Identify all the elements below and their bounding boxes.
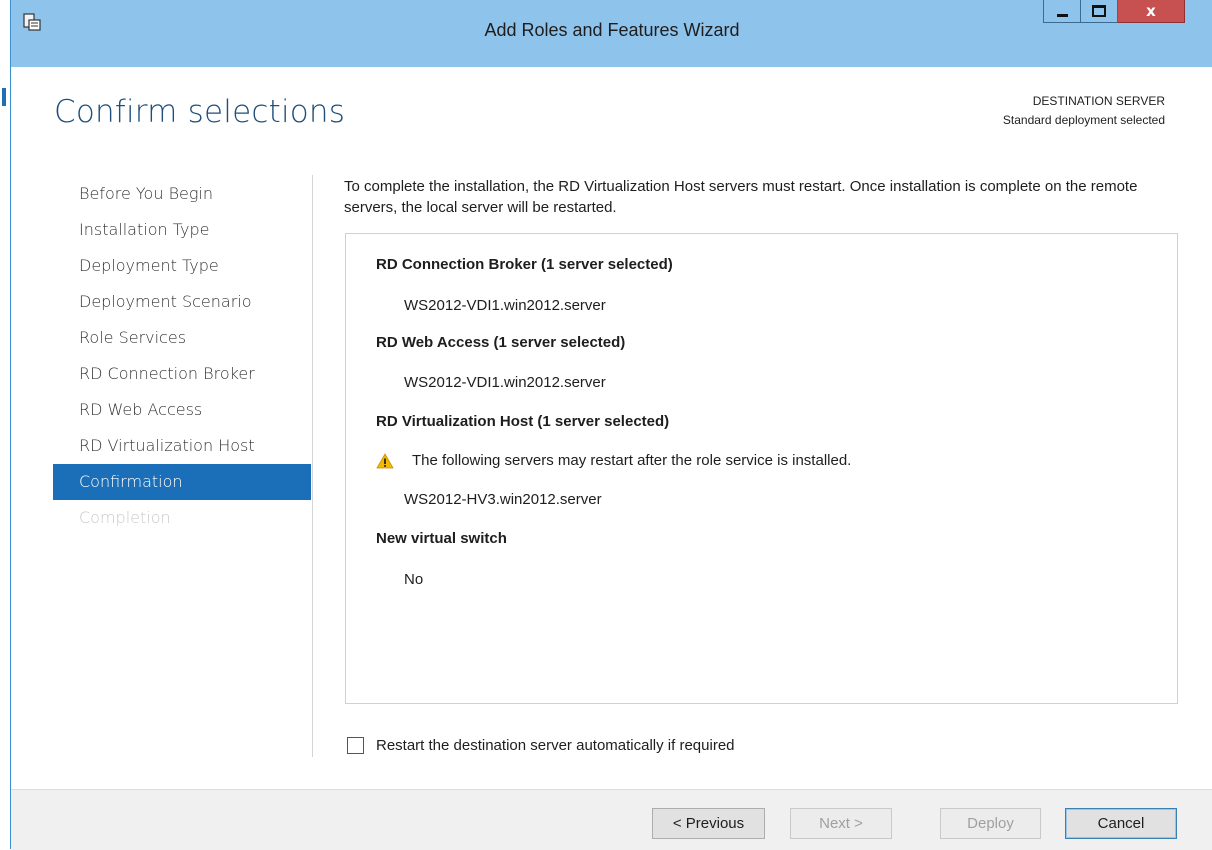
restart-automatically-option[interactable]: Restart the destination server automatic… xyxy=(347,737,735,754)
desktop-edge-mark xyxy=(2,88,6,106)
nav-item-deployment-scenario[interactable]: Deployment Scenario xyxy=(53,284,311,320)
selection-summary-panel[interactable]: RD Connection Broker (1 server selected)… xyxy=(345,233,1178,704)
restart-warning-text: The following servers may restart after … xyxy=(412,452,852,469)
destination-server-label: DESTINATION SERVER xyxy=(1032,94,1165,108)
window-controls: x xyxy=(1043,0,1185,23)
nav-item-before-you-begin[interactable]: Before You Begin xyxy=(53,176,311,212)
nav-item-confirmation[interactable]: Confirmation xyxy=(53,464,311,500)
wizard-footer: < Previous Next > Deploy Cancel xyxy=(11,789,1212,850)
nav-item-rd-virtualization-host[interactable]: RD Virtualization Host xyxy=(53,428,311,464)
section-heading-rd-connection-broker: RD Connection Broker (1 server selected) xyxy=(376,256,673,273)
cancel-button[interactable]: Cancel xyxy=(1065,808,1177,839)
minimize-icon xyxy=(1056,13,1068,17)
wizard-window: Add Roles and Features Wizard x Confirm … xyxy=(10,0,1212,850)
close-icon: x xyxy=(1146,2,1156,20)
destination-server-value: Standard deployment selected xyxy=(1002,113,1165,127)
nav-item-rd-connection-broker[interactable]: RD Connection Broker xyxy=(53,356,311,392)
nav-item-completion: Completion xyxy=(79,508,171,527)
section-value-new-virtual-switch: No xyxy=(404,571,424,588)
section-value-rd-virtualization-host: WS2012-HV3.win2012.server xyxy=(404,491,602,508)
deploy-button[interactable]: Deploy xyxy=(940,808,1041,839)
nav-item-rd-web-access[interactable]: RD Web Access xyxy=(53,392,311,428)
next-button[interactable]: Next > xyxy=(790,808,892,839)
restart-automatically-label[interactable]: Restart the destination server automatic… xyxy=(376,737,735,754)
nav-item-deployment-type[interactable]: Deployment Type xyxy=(53,248,311,284)
page-title: Confirm selections xyxy=(54,94,346,130)
section-heading-new-virtual-switch: New virtual switch xyxy=(376,530,507,547)
previous-button[interactable]: < Previous xyxy=(652,808,765,839)
title-bar[interactable]: Add Roles and Features Wizard x xyxy=(11,0,1212,67)
wizard-steps-nav: Before You Begin Installation Type Deplo… xyxy=(53,176,311,536)
restart-automatically-checkbox[interactable] xyxy=(347,737,364,754)
maximize-button[interactable] xyxy=(1081,0,1118,23)
destination-server-info: DESTINATION SERVER Standard deployment s… xyxy=(1003,92,1165,130)
intro-text: To complete the installation, the RD Vir… xyxy=(344,178,1138,216)
section-heading-rd-web-access: RD Web Access (1 server selected) xyxy=(376,334,626,351)
restart-warning: The following servers may restart after … xyxy=(376,452,851,469)
maximize-icon xyxy=(1092,5,1106,17)
close-button[interactable]: x xyxy=(1118,0,1185,23)
nav-divider xyxy=(312,175,313,757)
minimize-button[interactable] xyxy=(1043,0,1081,23)
section-value-rd-connection-broker: WS2012-VDI1.win2012.server xyxy=(404,297,606,314)
section-value-rd-web-access: WS2012-VDI1.win2012.server xyxy=(404,374,606,391)
warning-icon xyxy=(376,452,394,468)
nav-item-installation-type[interactable]: Installation Type xyxy=(53,212,311,248)
window-title: Add Roles and Features Wizard xyxy=(484,20,740,40)
nav-item-role-services[interactable]: Role Services xyxy=(53,320,311,356)
section-heading-rd-virtualization-host: RD Virtualization Host (1 server selecte… xyxy=(376,413,670,430)
